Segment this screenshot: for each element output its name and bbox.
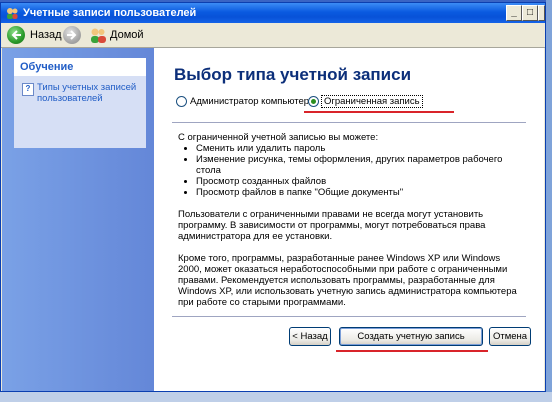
window-title: Учетные записи пользователей xyxy=(23,7,197,19)
user-accounts-window: Учетные записи пользователей _ □ Назад Д… xyxy=(0,2,546,392)
install-note: Пользователи с ограниченными правами не … xyxy=(178,209,486,242)
users-home-icon xyxy=(89,26,107,44)
list-item: Просмотр созданных файлов xyxy=(196,176,518,187)
list-item: Изменение рисунка, темы оформления, друг… xyxy=(196,154,518,176)
back-button[interactable]: < Назад xyxy=(289,327,331,346)
intro-text: С ограниченной учетной записью вы можете… xyxy=(178,132,379,143)
forward-arrow-icon xyxy=(63,26,81,44)
account-types-link[interactable]: ? Типы учетных записей пользователей xyxy=(22,82,142,104)
list-item: Сменить или удалить пароль xyxy=(196,143,518,154)
create-account-button[interactable]: Создать учетную запись xyxy=(339,327,483,346)
forward-nav-button[interactable] xyxy=(63,25,81,45)
main-pane: Выбор типа учетной записи Администратор … xyxy=(154,48,544,391)
desktop-bottom-strip xyxy=(0,392,552,402)
back-nav-button[interactable]: Назад xyxy=(7,25,62,45)
learn-panel: Обучение ? Типы учетных записей пользова… xyxy=(14,58,146,148)
admin-radio[interactable] xyxy=(176,96,187,107)
home-nav-label: Домой xyxy=(110,29,144,41)
maximize-button[interactable]: □ xyxy=(522,5,538,21)
compat-note: Кроме того, программы, разработанные ран… xyxy=(178,253,517,308)
title-bar[interactable]: Учетные записи пользователей _ □ xyxy=(1,3,545,23)
limited-radio[interactable] xyxy=(308,96,319,107)
back-arrow-icon xyxy=(7,26,25,44)
limited-radio-option[interactable]: Ограниченная запись xyxy=(308,95,423,108)
home-nav-button[interactable]: Домой xyxy=(89,25,144,45)
admin-radio-label: Администратор компьютера xyxy=(190,96,315,107)
divider-bottom xyxy=(172,316,526,317)
toolbar: Назад Домой xyxy=(1,23,545,48)
user-accounts-icon xyxy=(5,6,19,20)
description-block: С ограниченной учетной записью вы можете… xyxy=(178,132,518,308)
annotation-underline-button xyxy=(336,350,488,352)
close-button[interactable] xyxy=(538,5,545,21)
minimize-button[interactable]: _ xyxy=(506,5,522,21)
content-area: Обучение ? Типы учетных записей пользова… xyxy=(2,48,544,391)
page-title: Выбор типа учетной записи xyxy=(174,65,412,84)
help-icon: ? xyxy=(22,83,34,96)
account-types-link-label: Типы учетных записей пользователей xyxy=(37,82,137,104)
capabilities-list: Сменить или удалить пароль Изменение рис… xyxy=(178,143,518,198)
learn-panel-title: Обучение xyxy=(14,58,146,76)
cancel-button[interactable]: Отмена xyxy=(489,327,531,346)
desktop-right-strip xyxy=(546,0,552,402)
admin-radio-option[interactable]: Администратор компьютера xyxy=(176,96,314,107)
divider-top xyxy=(172,122,526,123)
list-item: Просмотр файлов в папке "Общие документы… xyxy=(196,187,518,198)
back-nav-label: Назад xyxy=(30,29,62,41)
limited-radio-label: Ограниченная запись xyxy=(321,95,423,108)
annotation-underline-option xyxy=(304,111,454,113)
sidebar: Обучение ? Типы учетных записей пользова… xyxy=(2,48,154,391)
